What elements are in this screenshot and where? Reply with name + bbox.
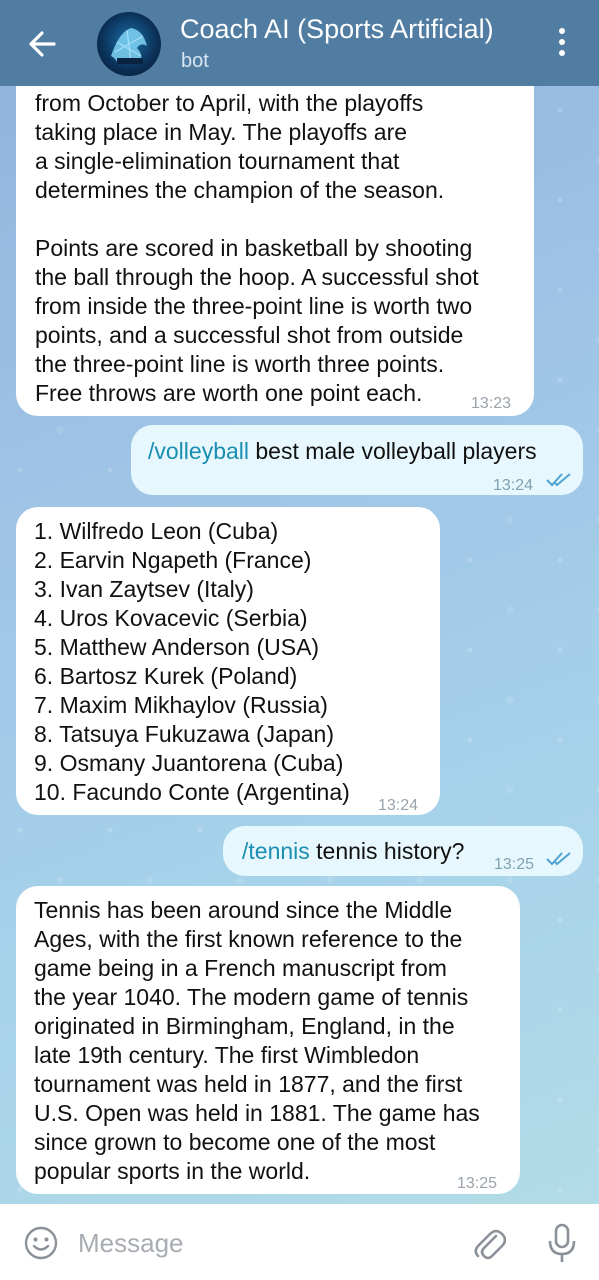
message-time: 13:25 (494, 856, 535, 873)
message-outgoing[interactable]: /volleyball best male volleyball players… (131, 425, 583, 495)
message-time: 13:24 (493, 477, 534, 494)
message-incoming[interactable]: from October to April, with the playoffs… (16, 58, 534, 416)
back-button[interactable] (22, 24, 62, 64)
more-dots-icon (559, 28, 565, 34)
message-text: best male volleyball players (249, 438, 537, 464)
bot-avatar[interactable] (97, 12, 161, 76)
attachment-icon[interactable] (472, 1224, 506, 1262)
microphone-icon[interactable] (546, 1222, 578, 1264)
arrow-left-icon (29, 31, 56, 57)
message-text: from October to April, with the playoffs… (35, 90, 479, 406)
message-text: 1. Wilfredo Leon (Cuba) 2. Earvin Ngapet… (34, 518, 350, 805)
bot-command-link[interactable]: /tennis (242, 838, 310, 864)
message-text: Tennis has been around since the Middle … (34, 897, 480, 1184)
double-check-icon (546, 473, 571, 487)
bot-command-link[interactable]: /volleyball (148, 438, 249, 464)
message-text: tennis history? (309, 838, 465, 864)
chat-header: Coach AI (Sports Artificial) bot (0, 0, 599, 86)
message-time: 13:24 (378, 797, 419, 814)
message-incoming[interactable]: Tennis has been around since the Middle … (16, 886, 520, 1194)
message-time: 13:25 (457, 1175, 498, 1192)
message-time: 13:23 (471, 395, 512, 412)
chat-subtitle: bot (181, 50, 209, 72)
message-input[interactable]: Message (78, 1228, 184, 1259)
message-input-bar: Message (0, 1204, 599, 1280)
message-outgoing[interactable]: /tennis tennis history? 13:25 (223, 826, 583, 876)
message-incoming[interactable]: 1. Wilfredo Leon (Cuba) 2. Earvin Ngapet… (16, 507, 440, 815)
more-menu-button[interactable] (552, 28, 572, 60)
chat-title[interactable]: Coach AI (Sports Artificial) (180, 14, 494, 45)
double-check-icon (546, 852, 571, 866)
emoji-icon[interactable] (23, 1225, 59, 1261)
